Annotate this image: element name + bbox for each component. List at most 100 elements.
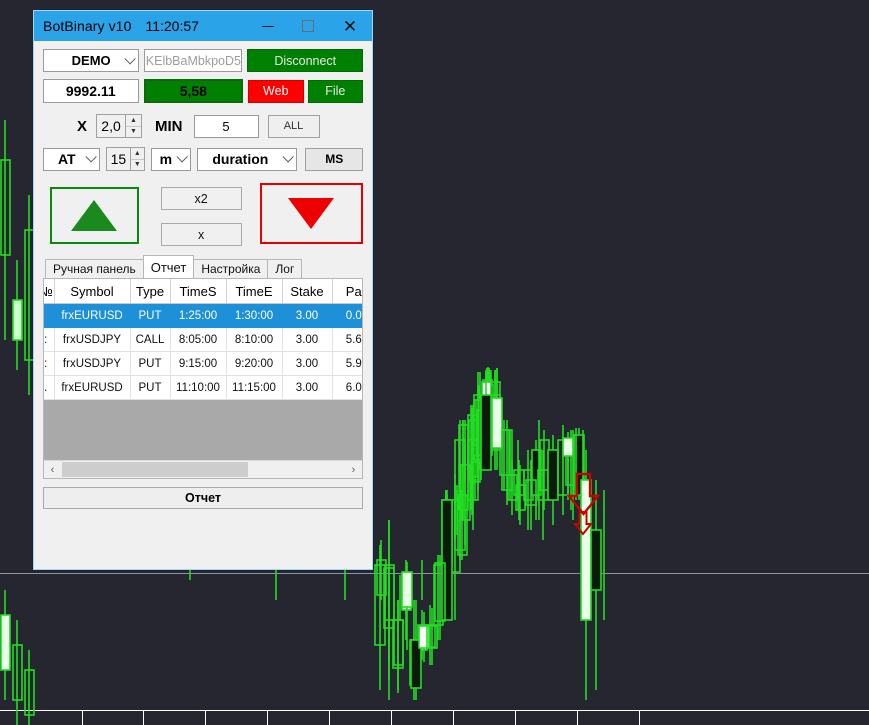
spinner-down-icon[interactable]: ▼: [131, 159, 144, 170]
col-number[interactable]: №: [44, 279, 55, 304]
tab-bar: Ручная панель Отчет Настройка Лог: [43, 255, 363, 279]
cell-timee: 8:10:00: [226, 327, 283, 352]
web-button[interactable]: Web: [248, 79, 304, 103]
minimize-button[interactable]: [248, 11, 288, 41]
multiplier-buttons: x2 x: [160, 187, 242, 246]
window-client-area: DEMO KElbBaMbkpoD5 Disconnect 9992.11 5,…: [34, 41, 372, 479]
tab-log[interactable]: Лог: [267, 259, 303, 278]
table-row[interactable]: : frxUSDJPY PUT 9:15:00 9:20:00 3.00 5.9…: [44, 351, 362, 376]
put-button[interactable]: [259, 183, 363, 244]
cell-symbol: frxEURUSD: [54, 375, 131, 400]
unit-value: m: [159, 151, 173, 167]
trades-table-container: № Symbol Type TimeS TimeE Stake Pay frxE…: [43, 279, 363, 479]
duration-stepper[interactable]: 15 ▲ ▼: [105, 147, 145, 171]
triangle-up-icon: [71, 200, 118, 231]
duration-arrows[interactable]: ▲ ▼: [130, 148, 144, 170]
scroll-left-icon[interactable]: ‹: [44, 461, 61, 478]
col-type[interactable]: Type: [130, 279, 171, 304]
account-mode-select[interactable]: DEMO: [43, 49, 140, 72]
call-button[interactable]: [50, 187, 139, 244]
cell-timee: 11:15:00: [226, 375, 283, 400]
tab-manual-panel[interactable]: Ручная панель: [45, 259, 144, 278]
maximize-icon: [302, 20, 314, 32]
col-timee[interactable]: TimeE: [226, 279, 283, 304]
balance-value: 9992.11: [43, 79, 139, 103]
chevron-down-icon: [85, 151, 97, 163]
order-mode-select[interactable]: AT: [43, 147, 100, 171]
all-button[interactable]: ALL: [267, 114, 320, 138]
cell-stake: 3.00: [282, 327, 333, 352]
x-multiplier-value: 2,0: [101, 118, 121, 134]
balance-row: 9992.11 5,58 Web File: [43, 79, 363, 103]
cell-number: :: [44, 351, 55, 376]
file-button[interactable]: File: [307, 79, 363, 103]
api-token-input[interactable]: KElbBaMbkpoD5: [144, 49, 243, 72]
duration-value: 15: [110, 151, 127, 167]
chevron-down-icon: [176, 151, 189, 163]
x-multiplier-stepper[interactable]: 2,0 ▲ ▼: [96, 114, 143, 138]
botbinary-window: BotBinary v10 11:20:57 ✕ DEMO KElbBaMbkp…: [33, 10, 373, 570]
col-pay[interactable]: Pay: [332, 279, 362, 304]
x-multiplier-arrows[interactable]: ▲ ▼: [125, 115, 142, 137]
ms-button[interactable]: MS: [305, 147, 363, 171]
window-title: BotBinary v10: [43, 18, 132, 34]
cell-times: 9:15:00: [170, 351, 227, 376]
unit-select[interactable]: m: [150, 147, 192, 171]
table-row[interactable]: . frxEURUSD PUT 11:10:00 11:15:00 3.00 6…: [44, 375, 362, 400]
scroll-right-icon[interactable]: ›: [345, 461, 362, 478]
min-value: 5: [222, 118, 230, 134]
col-symbol[interactable]: Symbol: [54, 279, 131, 304]
cell-pay: 5.66: [332, 327, 362, 352]
report-button[interactable]: Отчет: [43, 487, 363, 509]
cell-times: 1:25:00: [170, 303, 227, 328]
trade-row: x2 x: [43, 183, 363, 246]
tab-settings[interactable]: Настройка: [193, 259, 269, 278]
maximize-button[interactable]: [288, 11, 328, 41]
cell-stake: 3.00: [282, 351, 333, 376]
spinner-down-icon[interactable]: ▼: [126, 126, 142, 137]
table-row[interactable]: : frxUSDJPY CALL 8:05:00 8:10:00 3.00 5.…: [44, 327, 362, 352]
order-mode-value: AT: [57, 151, 76, 167]
cell-symbol: frxUSDJPY: [54, 327, 131, 352]
cell-stake: 3.00: [282, 375, 333, 400]
close-button[interactable]: ✕: [328, 11, 372, 41]
duration-type-value: duration: [212, 151, 269, 167]
col-times[interactable]: TimeS: [170, 279, 227, 304]
api-token-value: KElbBaMbkpoD5: [145, 53, 241, 68]
scrollbar-thumb[interactable]: [62, 462, 248, 477]
trades-table: № Symbol Type TimeS TimeE Stake Pay frxE…: [44, 279, 362, 400]
scrollbar-track[interactable]: [61, 461, 345, 478]
minimize-icon: [262, 25, 274, 27]
cell-number: .: [44, 375, 55, 400]
window-title-bar[interactable]: BotBinary v10 11:20:57 ✕: [34, 11, 372, 41]
cell-symbol: frxEURUSD: [54, 303, 131, 328]
table-row[interactable]: frxEURUSD PUT 1:25:00 1:30:00 3.00 0.00: [44, 303, 362, 328]
stake-row: X 2,0 ▲ ▼ MIN 5 ALL: [43, 114, 363, 138]
account-row: DEMO KElbBaMbkpoD5 Disconnect: [43, 49, 363, 72]
cell-timee: 9:20:00: [226, 351, 283, 376]
x1-button[interactable]: x: [160, 223, 242, 246]
cell-number: [44, 303, 55, 328]
profit-value: 5,58: [143, 79, 244, 103]
spinner-up-icon[interactable]: ▲: [126, 115, 142, 127]
cell-symbol: frxUSDJPY: [54, 351, 131, 376]
cell-type: CALL: [130, 327, 171, 352]
cell-timee: 1:30:00: [226, 303, 283, 328]
x2-button[interactable]: x2: [160, 187, 242, 210]
cell-type: PUT: [130, 351, 171, 376]
min-input[interactable]: 5: [193, 114, 259, 138]
disconnect-button[interactable]: Disconnect: [247, 49, 363, 72]
cell-pay: 0.00: [332, 303, 362, 328]
col-stake[interactable]: Stake: [282, 279, 333, 304]
cell-pay: 6.00: [332, 375, 362, 400]
cell-stake: 3.00: [282, 303, 333, 328]
chevron-down-icon: [282, 151, 295, 163]
x-label: X: [77, 117, 88, 135]
table-horizontal-scrollbar[interactable]: ‹ ›: [44, 460, 362, 478]
cell-type: PUT: [130, 303, 171, 328]
cell-times: 11:10:00: [170, 375, 227, 400]
tab-report[interactable]: Отчет: [142, 255, 195, 278]
spinner-up-icon[interactable]: ▲: [131, 148, 144, 160]
cell-number: :: [44, 327, 55, 352]
duration-type-select[interactable]: duration: [197, 147, 298, 171]
